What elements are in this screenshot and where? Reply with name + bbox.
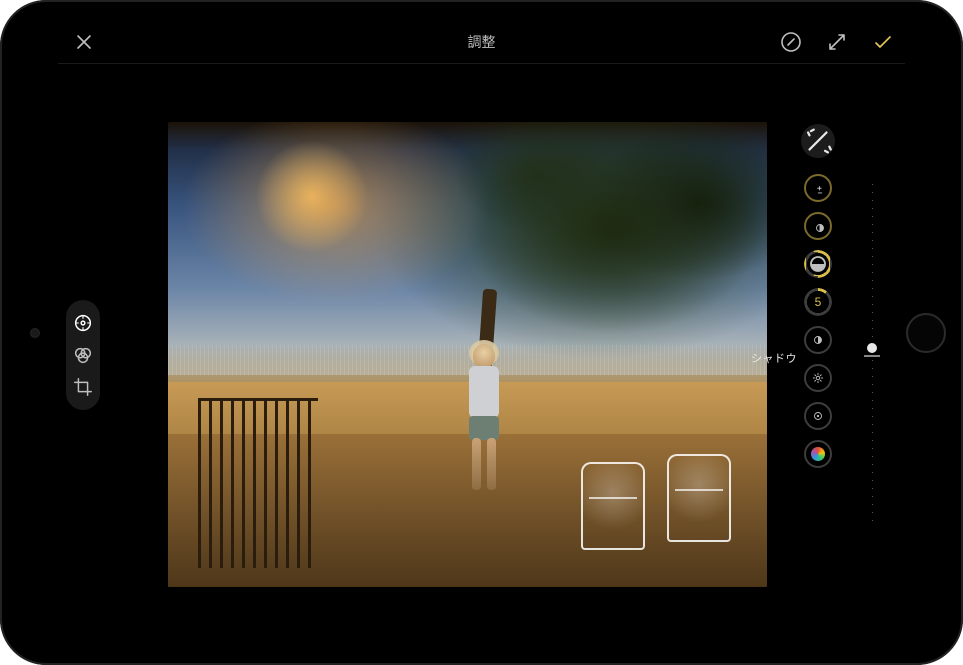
dial-exposure[interactable] [804, 174, 832, 202]
checkmark-icon [871, 30, 895, 54]
dial-shadows-value: 5 [815, 295, 822, 309]
ipad-frame: 調整 [0, 0, 963, 665]
mode-crop-button[interactable] [72, 376, 94, 398]
dial-shadows[interactable]: 5 [804, 288, 832, 316]
editor-content: シャドウ 5 [58, 64, 905, 645]
fullscreen-button[interactable] [825, 30, 849, 54]
half-circle-icon [813, 221, 827, 235]
photo-person [462, 344, 506, 494]
rainbow-icon [811, 447, 825, 461]
markup-button[interactable] [779, 30, 803, 54]
dial-highlights-glyph [804, 250, 832, 278]
mode-filters-button[interactable] [72, 344, 94, 366]
home-button[interactable] [906, 313, 946, 353]
adjustment-dial-column: 5 [797, 124, 839, 605]
dot-ring-icon [811, 409, 825, 423]
dial-contrast[interactable] [804, 326, 832, 354]
dial-brightness[interactable] [804, 364, 832, 392]
close-icon [72, 30, 96, 54]
edit-mode-switcher [66, 300, 100, 410]
markup-pen-icon [779, 30, 803, 54]
adjust-icon [72, 312, 94, 334]
screen: 調整 [58, 20, 905, 645]
dial-black-point[interactable] [804, 402, 832, 430]
photo-chairs [581, 440, 731, 550]
auto-enhance-button[interactable] [801, 124, 835, 158]
photo-canvas[interactable] [168, 122, 767, 587]
expand-arrows-icon [825, 30, 849, 54]
crop-icon [72, 376, 94, 398]
contrast-icon [811, 333, 825, 347]
done-button[interactable] [871, 30, 895, 54]
slider-center-mark [864, 355, 880, 357]
slider-knob[interactable] [867, 343, 877, 353]
mode-adjust-button[interactable] [72, 312, 94, 334]
editor-topbar: 調整 [58, 20, 905, 64]
dial-saturation[interactable] [804, 440, 832, 468]
sun-icon [811, 371, 825, 385]
editor-mode-title: 調整 [468, 32, 496, 52]
front-camera [30, 328, 40, 338]
photo-gate [198, 398, 318, 568]
exposure-plusminus-icon [813, 183, 827, 197]
wand-icon [801, 124, 835, 158]
cancel-button[interactable] [72, 30, 96, 54]
selected-adjustment-label: シャドウ [751, 350, 797, 366]
dial-brilliance[interactable] [804, 212, 832, 240]
adjustment-slider[interactable] [855, 184, 889, 525]
half-circle-alt-icon [804, 250, 832, 278]
filters-icon [72, 344, 94, 366]
